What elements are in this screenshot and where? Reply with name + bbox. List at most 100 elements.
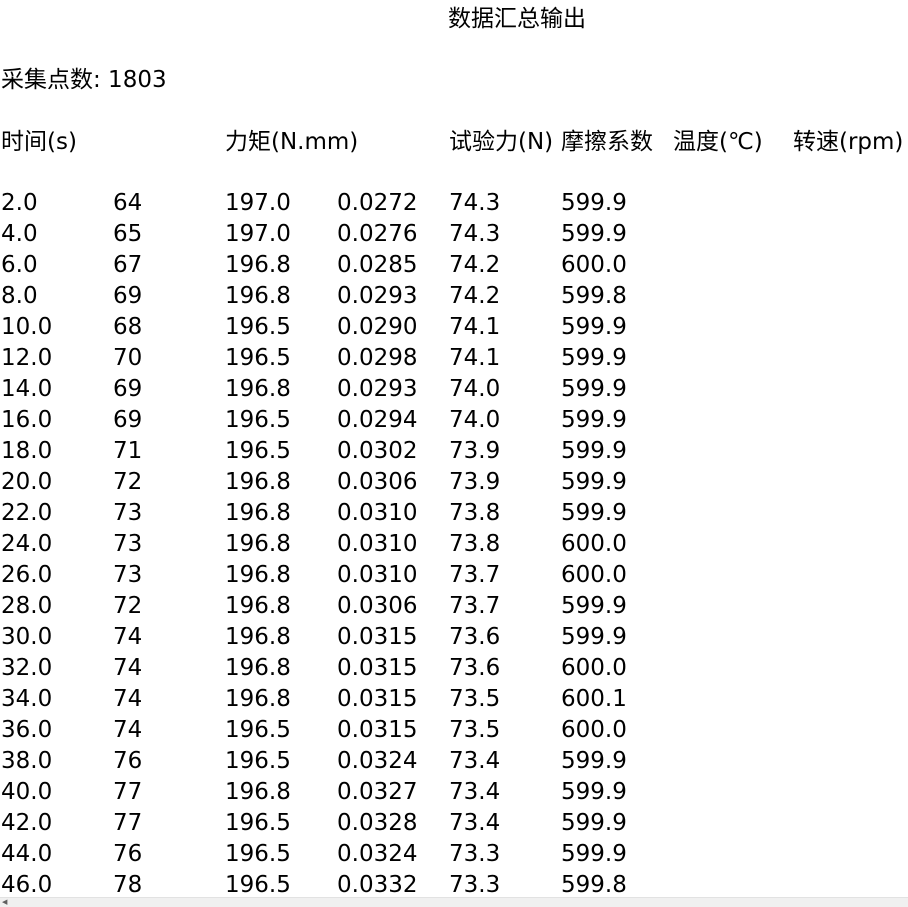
- cell-time: 14.0: [1, 376, 53, 402]
- cell-col-2: 73: [113, 500, 143, 526]
- cell-friction: 0.0272: [337, 190, 418, 216]
- cell-speed: 599.8: [561, 872, 627, 897]
- table-row: 22.0 73 196.8 0.0310 73.8 599.9: [0, 498, 908, 529]
- header-test-force: 试验力(N): [449, 129, 554, 155]
- cell-speed: 600.0: [561, 252, 627, 278]
- cell-test-force: 73.6: [449, 655, 501, 681]
- cell-speed: 599.9: [561, 221, 627, 247]
- table-row: 10.0 68 196.5 0.0290 74.1 599.9: [0, 312, 908, 343]
- cell-time: 2.0: [1, 190, 38, 216]
- table-row: 26.0 73 196.8 0.0310 73.7 600.0: [0, 560, 908, 591]
- cell-speed: 599.9: [561, 345, 627, 371]
- table-row: 30.0 74 196.8 0.0315 73.6 599.9: [0, 622, 908, 653]
- cell-speed: 599.9: [561, 376, 627, 402]
- cell-friction: 0.0306: [337, 469, 418, 495]
- cell-col-2: 65: [113, 221, 143, 247]
- table-row: 44.0 76 196.5 0.0324 73.3 599.9: [0, 839, 908, 870]
- cell-torque: 196.8: [225, 500, 291, 526]
- cell-test-force: 73.8: [449, 500, 501, 526]
- cell-torque: 196.8: [225, 624, 291, 650]
- cell-speed: 600.0: [561, 562, 627, 588]
- cell-speed: 600.0: [561, 717, 627, 743]
- cell-torque: 196.8: [225, 593, 291, 619]
- cell-time: 32.0: [1, 655, 53, 681]
- cell-speed: 599.9: [561, 500, 627, 526]
- cell-speed: 599.9: [561, 779, 627, 805]
- cell-speed: 599.9: [561, 748, 627, 774]
- table-row: 20.0 72 196.8 0.0306 73.9 599.9: [0, 467, 908, 498]
- cell-test-force: 74.1: [449, 314, 501, 340]
- cell-speed: 599.9: [561, 593, 627, 619]
- cell-torque: 196.5: [225, 841, 291, 867]
- cell-col-2: 77: [113, 779, 143, 805]
- cell-friction: 0.0310: [337, 500, 418, 526]
- cell-test-force: 74.3: [449, 190, 501, 216]
- cell-speed: 599.9: [561, 407, 627, 433]
- table-row: 32.0 74 196.8 0.0315 73.6 600.0: [0, 653, 908, 684]
- cell-col-2: 72: [113, 469, 143, 495]
- table-row: 38.0 76 196.5 0.0324 73.4 599.9: [0, 746, 908, 777]
- cell-test-force: 74.0: [449, 407, 501, 433]
- cell-torque: 196.5: [225, 748, 291, 774]
- cell-test-force: 73.5: [449, 686, 501, 712]
- cell-friction: 0.0276: [337, 221, 418, 247]
- cell-torque: 196.8: [225, 252, 291, 278]
- cell-test-force: 74.2: [449, 252, 501, 278]
- cell-friction: 0.0315: [337, 655, 418, 681]
- cell-time: 42.0: [1, 810, 53, 836]
- cell-time: 24.0: [1, 531, 53, 557]
- cell-torque: 196.8: [225, 531, 291, 557]
- cell-col-2: 74: [113, 655, 143, 681]
- cell-time: 40.0: [1, 779, 53, 805]
- cell-col-2: 70: [113, 345, 143, 371]
- cell-time: 36.0: [1, 717, 53, 743]
- cell-friction: 0.0315: [337, 624, 418, 650]
- chevron-left-icon[interactable]: ◀: [2, 899, 8, 906]
- cell-col-2: 69: [113, 376, 143, 402]
- header-time: 时间(s): [1, 129, 77, 155]
- cell-test-force: 73.4: [449, 779, 501, 805]
- cell-friction: 0.0332: [337, 872, 418, 897]
- cell-friction: 0.0306: [337, 593, 418, 619]
- cell-col-2: 77: [113, 810, 143, 836]
- cell-col-2: 67: [113, 252, 143, 278]
- cell-col-2: 69: [113, 283, 143, 309]
- cell-friction: 0.0302: [337, 438, 418, 464]
- table-row: 40.0 77 196.8 0.0327 73.4 599.9: [0, 777, 908, 808]
- cell-torque: 196.5: [225, 872, 291, 897]
- cell-speed: 600.1: [561, 686, 627, 712]
- cell-time: 10.0: [1, 314, 53, 340]
- cell-time: 8.0: [1, 283, 38, 309]
- cell-test-force: 74.2: [449, 283, 501, 309]
- cell-torque: 197.0: [225, 190, 291, 216]
- cell-time: 18.0: [1, 438, 53, 464]
- cell-col-2: 64: [113, 190, 143, 216]
- cell-friction: 0.0327: [337, 779, 418, 805]
- cell-test-force: 73.7: [449, 593, 501, 619]
- table-row: 16.0 69 196.5 0.0294 74.0 599.9: [0, 405, 908, 436]
- cell-friction: 0.0290: [337, 314, 418, 340]
- cell-time: 22.0: [1, 500, 53, 526]
- table-row: 8.0 69 196.8 0.0293 74.2 599.8: [0, 281, 908, 312]
- cell-test-force: 73.3: [449, 872, 501, 897]
- horizontal-scrollbar[interactable]: ◀: [0, 897, 908, 907]
- cell-speed: 599.9: [561, 624, 627, 650]
- cell-speed: 599.9: [561, 469, 627, 495]
- cell-friction: 0.0310: [337, 562, 418, 588]
- cell-torque: 196.8: [225, 655, 291, 681]
- cell-col-2: 69: [113, 407, 143, 433]
- cell-col-2: 76: [113, 748, 143, 774]
- cell-col-2: 73: [113, 531, 143, 557]
- cell-test-force: 73.8: [449, 531, 501, 557]
- cell-friction: 0.0294: [337, 407, 418, 433]
- cell-col-2: 71: [113, 438, 143, 464]
- cell-time: 46.0: [1, 872, 53, 897]
- cell-time: 44.0: [1, 841, 53, 867]
- cell-time: 6.0: [1, 252, 38, 278]
- cell-torque: 196.8: [225, 376, 291, 402]
- header-torque: 力矩(N.mm): [225, 129, 359, 155]
- cell-time: 38.0: [1, 748, 53, 774]
- table-row: 4.0 65 197.0 0.0276 74.3 599.9: [0, 219, 908, 250]
- cell-torque: 196.5: [225, 810, 291, 836]
- table-row: 34.0 74 196.8 0.0315 73.5 600.1: [0, 684, 908, 715]
